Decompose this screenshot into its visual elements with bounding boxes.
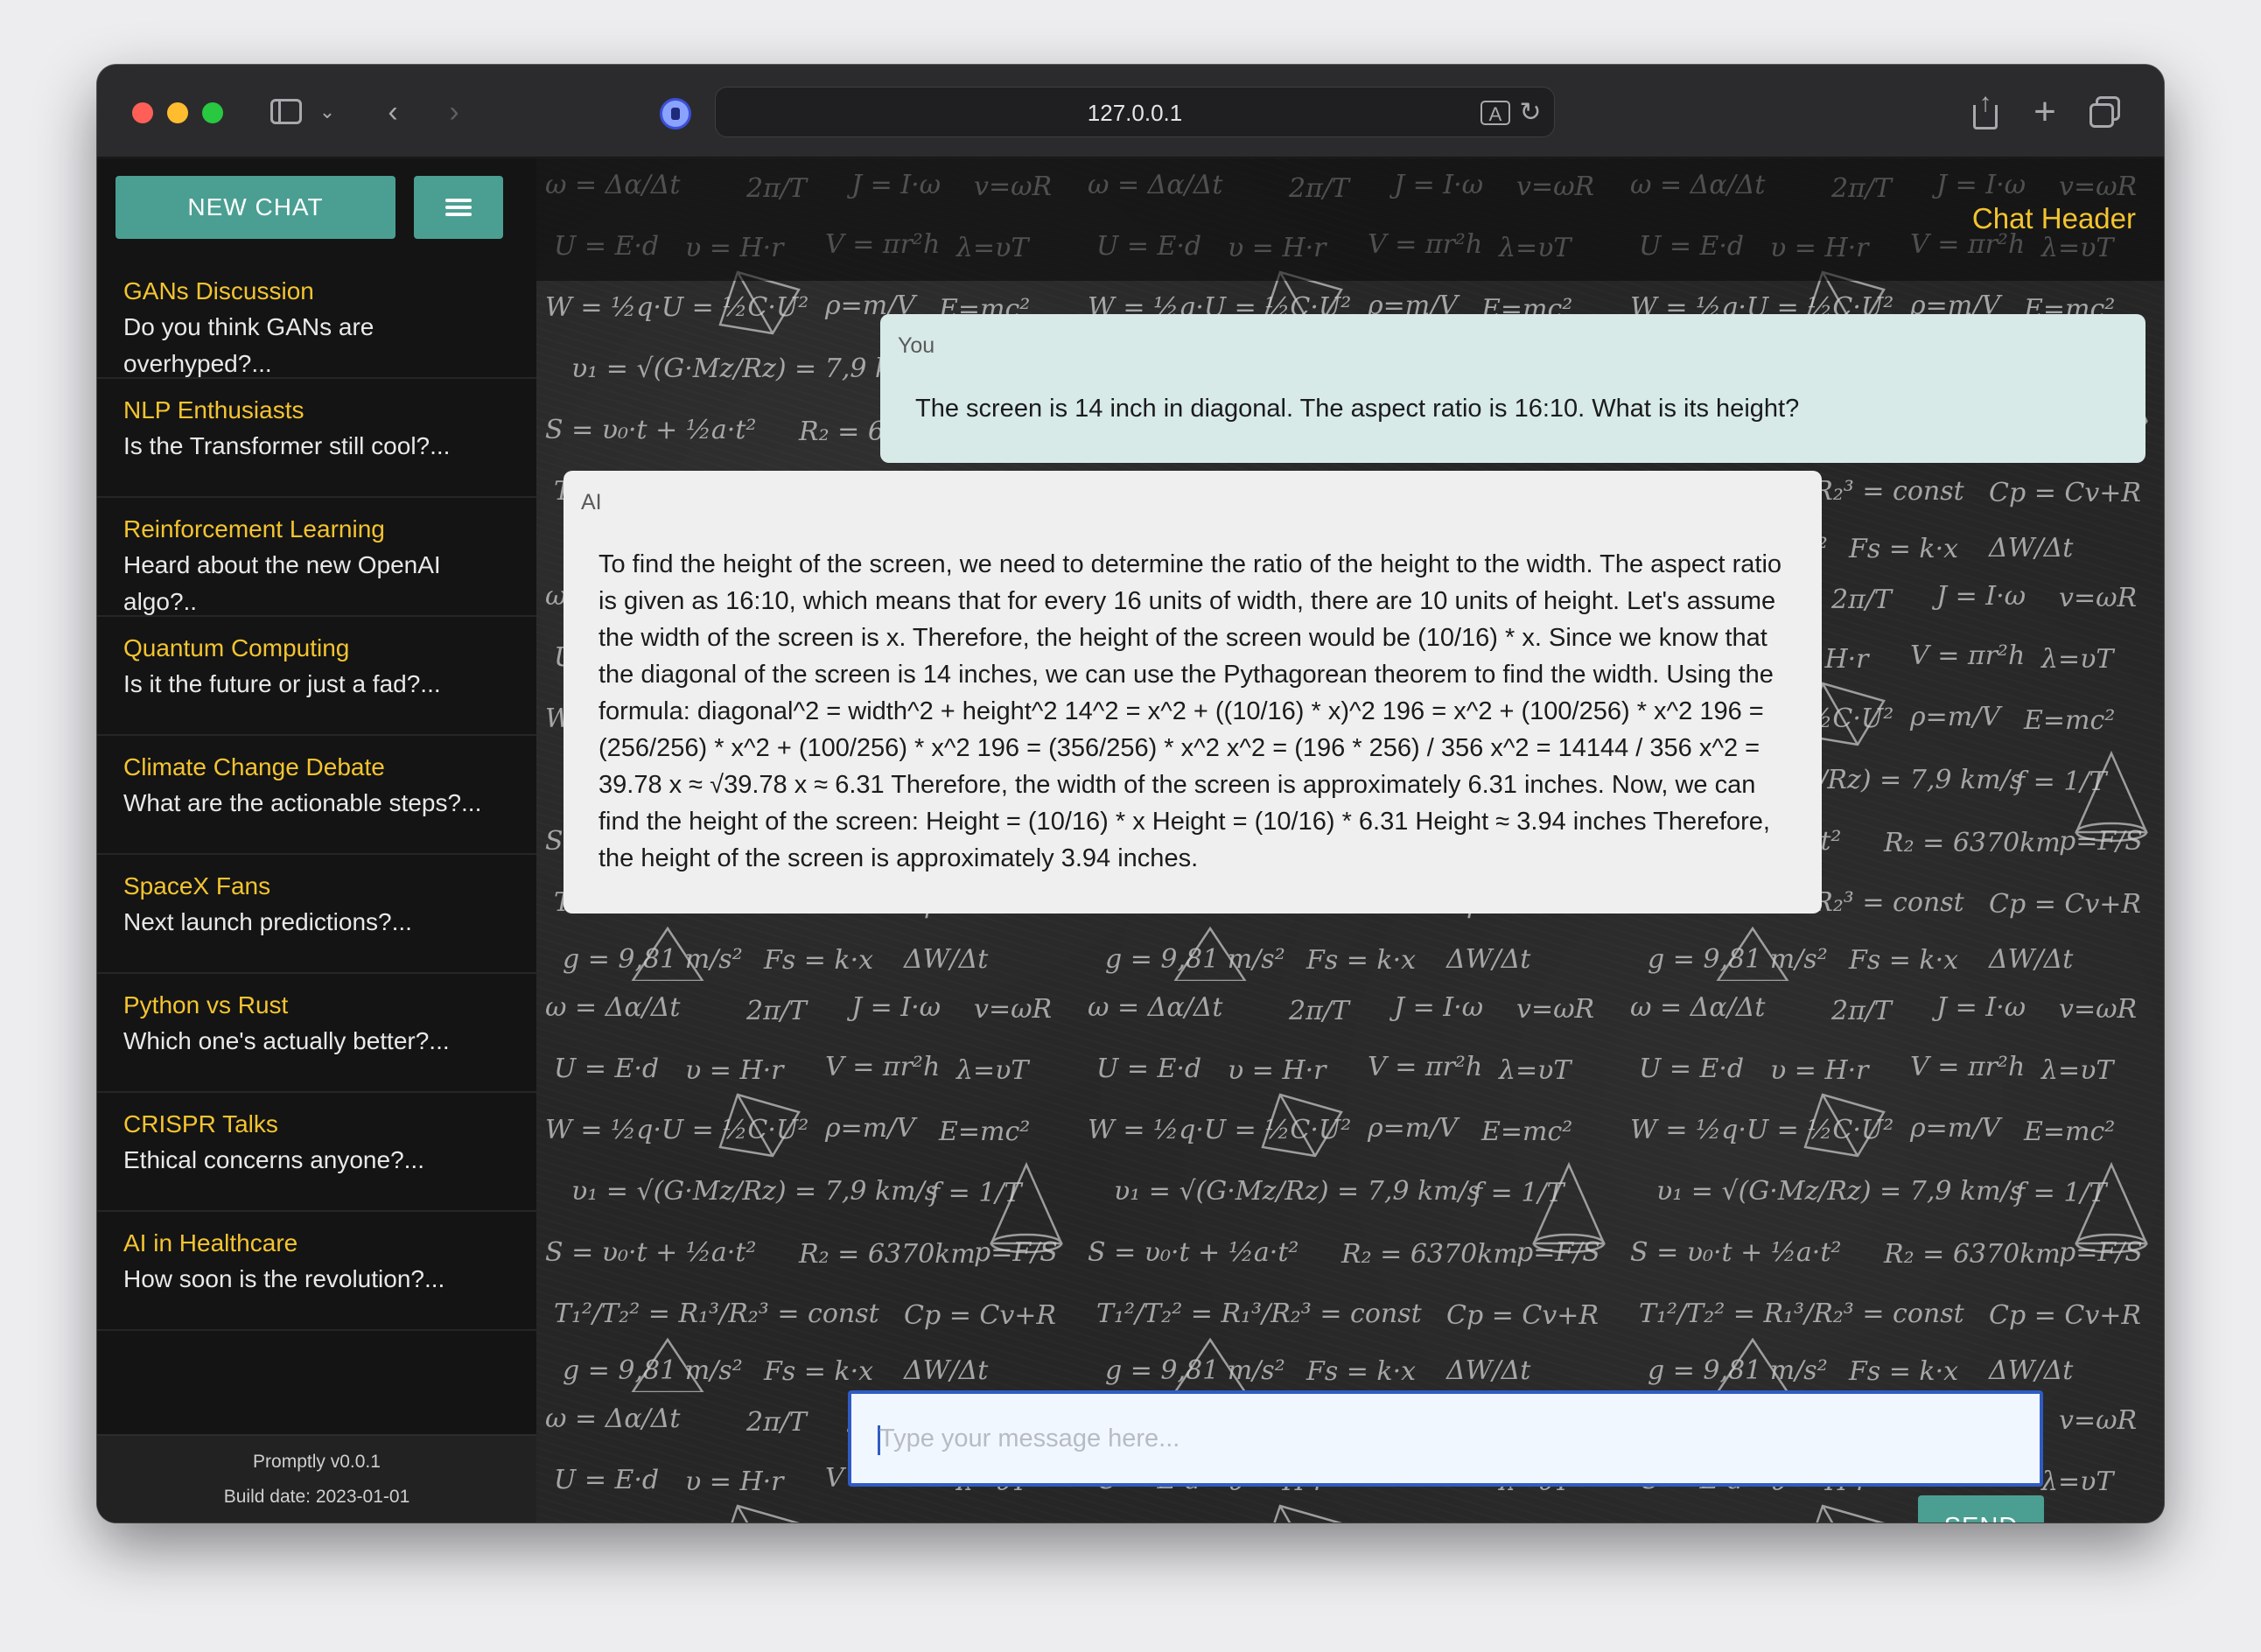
share-icon[interactable]: ↑ xyxy=(1968,88,2003,133)
chat-item-title: Python vs Rust xyxy=(123,991,289,1018)
message-input[interactable] xyxy=(879,1394,2008,1483)
chat-item-preview: Heard about the new OpenAI algo?.. xyxy=(123,551,441,615)
browser-toolbar: ⌄ ‹ › 127.0.0.1 A ↻ ↑ + xyxy=(97,65,2164,158)
build-date-text: Build date: 2023-01-01 xyxy=(223,1487,410,1507)
sidebar-footer: Promptly v0.0.1 Build date: 2023-01-01 xyxy=(97,1434,536,1522)
chat-sidebar: NEW CHAT GANs Discussion Do you think GAN… xyxy=(97,158,536,1522)
chat-item-title: Reinforcement Learning xyxy=(123,515,385,542)
chevron-down-icon[interactable]: ⌄ xyxy=(314,91,340,133)
url-text: 127.0.0.1 xyxy=(1087,100,1183,126)
minimize-window-button[interactable] xyxy=(167,102,188,123)
close-window-button[interactable] xyxy=(132,102,153,123)
chat-item-preview: How soon is the revolution?... xyxy=(123,1265,445,1292)
ai-message-bubble: AI To find the height of the screen, we … xyxy=(564,471,1822,914)
chat-list-item[interactable]: Python vs Rust Which one's actually bette… xyxy=(97,974,536,1093)
chat-header-title: Chat Header xyxy=(1971,202,2136,234)
chat-list-item[interactable]: Climate Change Debate What are the action… xyxy=(97,736,536,855)
message-sender: AI xyxy=(581,490,602,514)
chat-item-title: SpaceX Fans xyxy=(123,872,271,900)
chat-item-preview: Next launch predictions?... xyxy=(123,908,412,935)
sidebar-toggle-icon[interactable] xyxy=(269,91,304,133)
chat-list-item[interactable]: GANs Discussion Do you think GANs are ove… xyxy=(97,260,536,379)
menu-icon xyxy=(445,199,472,202)
zoom-window-button[interactable] xyxy=(202,102,223,123)
tab-overview-icon[interactable] xyxy=(2087,91,2125,133)
chat-item-preview: What are the actionable steps?... xyxy=(123,789,482,816)
browser-window: ⌄ ‹ › 127.0.0.1 A ↻ ↑ + NEW CHAT GANs Di… xyxy=(97,65,2164,1522)
chat-header: Chat Header xyxy=(536,158,2164,281)
chat-list: GANs Discussion Do you think GANs are ove… xyxy=(97,260,536,1331)
message-text: The screen is 14 inch in diagonal. The a… xyxy=(915,395,1800,423)
chat-item-title: Quantum Computing xyxy=(123,634,350,662)
message-text: To find the height of the screen, we nee… xyxy=(598,550,1782,872)
chat-item-title: Climate Change Debate xyxy=(123,753,385,780)
privacy-shield-icon[interactable] xyxy=(660,98,691,130)
chat-item-preview: Is the Transformer still cool?... xyxy=(123,432,451,459)
chat-list-item[interactable]: Reinforcement Learning Heard about the ne… xyxy=(97,498,536,617)
forward-arrow-icon[interactable]: › xyxy=(437,91,472,133)
chat-list-item[interactable]: AI in Healthcare How soon is the revoluti… xyxy=(97,1212,536,1331)
chat-item-preview: Is it the future or just a fad?... xyxy=(123,670,441,697)
chat-list-item[interactable]: SpaceX Fans Next launch predictions?... xyxy=(97,855,536,974)
user-message-bubble: You The screen is 14 inch in diagonal. T… xyxy=(880,314,2146,463)
translate-icon[interactable]: A xyxy=(1480,101,1510,125)
chat-item-preview: Do you think GANs are overhyped?... xyxy=(123,313,374,377)
new-tab-plus-icon[interactable]: + xyxy=(2027,91,2062,133)
chat-item-preview: Ethical concerns anyone?... xyxy=(123,1146,424,1173)
message-input-container[interactable] xyxy=(848,1390,2043,1487)
chat-list-item[interactable]: CRISPR Talks Ethical concerns anyone?... xyxy=(97,1093,536,1212)
reload-icon[interactable]: ↻ xyxy=(1516,96,1545,130)
new-chat-button[interactable]: NEW CHAT xyxy=(116,176,396,239)
chat-item-title: AI in Healthcare xyxy=(123,1229,298,1256)
chat-item-preview: Which one's actually better?... xyxy=(123,1027,450,1054)
address-bar[interactable]: 127.0.0.1 A ↻ xyxy=(715,87,1555,137)
chat-item-title: GANs Discussion xyxy=(123,277,314,304)
back-arrow-icon[interactable]: ‹ xyxy=(375,91,410,133)
chat-item-title: CRISPR Talks xyxy=(123,1110,278,1138)
version-text: Promptly v0.0.1 xyxy=(253,1452,381,1472)
chat-main: ω = Δα/Δt 2π/T J = I·ω v=ωR U = E·d υ = … xyxy=(536,158,2164,1522)
send-button[interactable]: SEND xyxy=(1918,1495,2044,1522)
message-sender: You xyxy=(898,333,935,358)
chat-list-item[interactable]: Quantum Computing Is it the future or jus… xyxy=(97,617,536,736)
chat-list-item[interactable]: NLP Enthusiasts Is the Transformer still … xyxy=(97,379,536,498)
hamburger-menu-button[interactable] xyxy=(414,176,503,239)
chat-item-title: NLP Enthusiasts xyxy=(123,396,304,424)
